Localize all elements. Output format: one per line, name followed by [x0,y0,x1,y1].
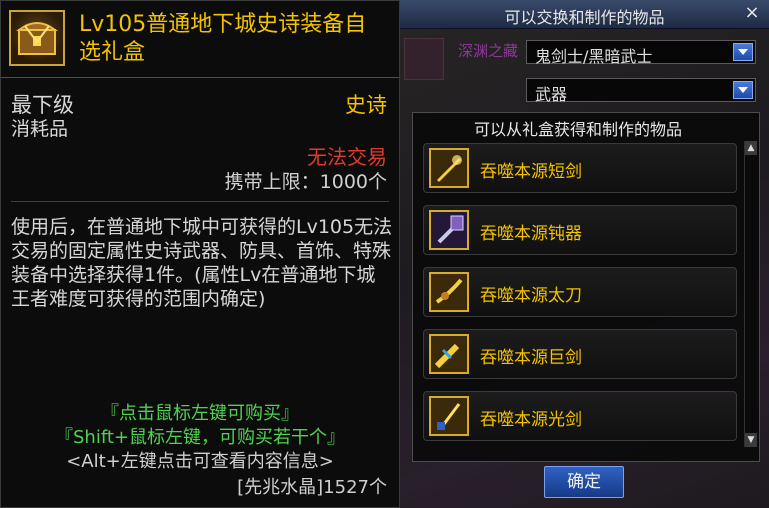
reward-list: 可以从礼盒获得和制作的物品 吞噬本源短剑 吞噬本源钝器 吞噬本源太刀 吞噬本源巨… [412,112,760,462]
chevron-down-icon[interactable] [733,81,753,99]
confirm-button[interactable]: 确定 [544,466,624,498]
reward-list-title: 可以从礼盒获得和制作的物品 [473,120,682,139]
scroll-down-icon[interactable]: ▼ [745,433,757,447]
item-label: 吞噬本源太刀 [480,286,582,306]
scroll-up-icon[interactable]: ▲ [745,141,757,155]
list-item[interactable]: 吞噬本源太刀 [423,267,737,317]
class-select[interactable]: 鬼剑士/黑暗武士 [526,40,756,66]
hint-buy-multiple: 『Shift+鼠标左键，可购买若干个』 [55,427,345,448]
close-button[interactable]: × [743,3,761,23]
tooltip-header: Lv105普通地下城史诗装备自选礼盒 [1,1,399,78]
item-label: 吞噬本源巨剑 [480,348,582,368]
carry-limit: 携带上限：1000个 [224,171,387,193]
divider [11,201,389,202]
item-label: 吞噬本源钝器 [480,224,582,244]
background-label: 深渊之藏 [458,42,519,60]
item-cost: [先兆水晶]1527个 [237,477,387,498]
item-description: 使用后，在普通地下城中可获得的Lv105无法交易的固定属性史诗武器、防具、首饰、… [11,216,393,310]
lightsaber-icon [429,396,469,436]
katana-icon [429,272,469,312]
hint-view-contents: <Alt+左键点击可查看内容信息> [66,451,334,472]
list-scrollbar[interactable]: ▲ ▼ [744,141,757,447]
item-tooltip: Lv105普通地下城史诗装备自选礼盒 最下级 消耗品 史诗 无法交易 携带上限：… [0,0,400,508]
item-title: Lv105普通地下城史诗装备自选礼盒 [79,12,367,65]
greatsword-icon [429,334,469,374]
panel-titlebar[interactable]: 可以交换和制作的物品 × [400,0,769,29]
item-rarity: 史诗 [345,93,387,117]
treasure-box-icon [9,10,65,66]
hint-buy: 『点击鼠标左键可购买』 [101,403,299,424]
category-select[interactable]: 武器 [526,78,756,104]
list-item[interactable]: 吞噬本源钝器 [423,205,737,255]
short-sword-icon [429,148,469,188]
blunt-weapon-icon [429,210,469,250]
panel-title: 可以交换和制作的物品 [504,8,665,27]
exchange-panel: 深渊之藏 可以交换和制作的物品 × 鬼剑士/黑暗武士 武器 可以从礼盒获得和制作… [400,0,769,508]
chevron-down-icon[interactable] [733,43,753,61]
item-type: 消耗品 [11,118,69,140]
category-select-value: 武器 [535,85,568,104]
list-item[interactable]: 吞噬本源光剑 [423,391,737,441]
item-label: 吞噬本源短剑 [480,162,582,182]
trade-status: 无法交易 [307,145,387,169]
list-item[interactable]: 吞噬本源巨剑 [423,329,737,379]
list-item[interactable]: 吞噬本源短剑 [423,143,737,193]
class-select-value: 鬼剑士/黑暗武士 [535,47,653,66]
background-item-thumb [404,38,444,80]
item-label: 吞噬本源光剑 [480,410,582,430]
